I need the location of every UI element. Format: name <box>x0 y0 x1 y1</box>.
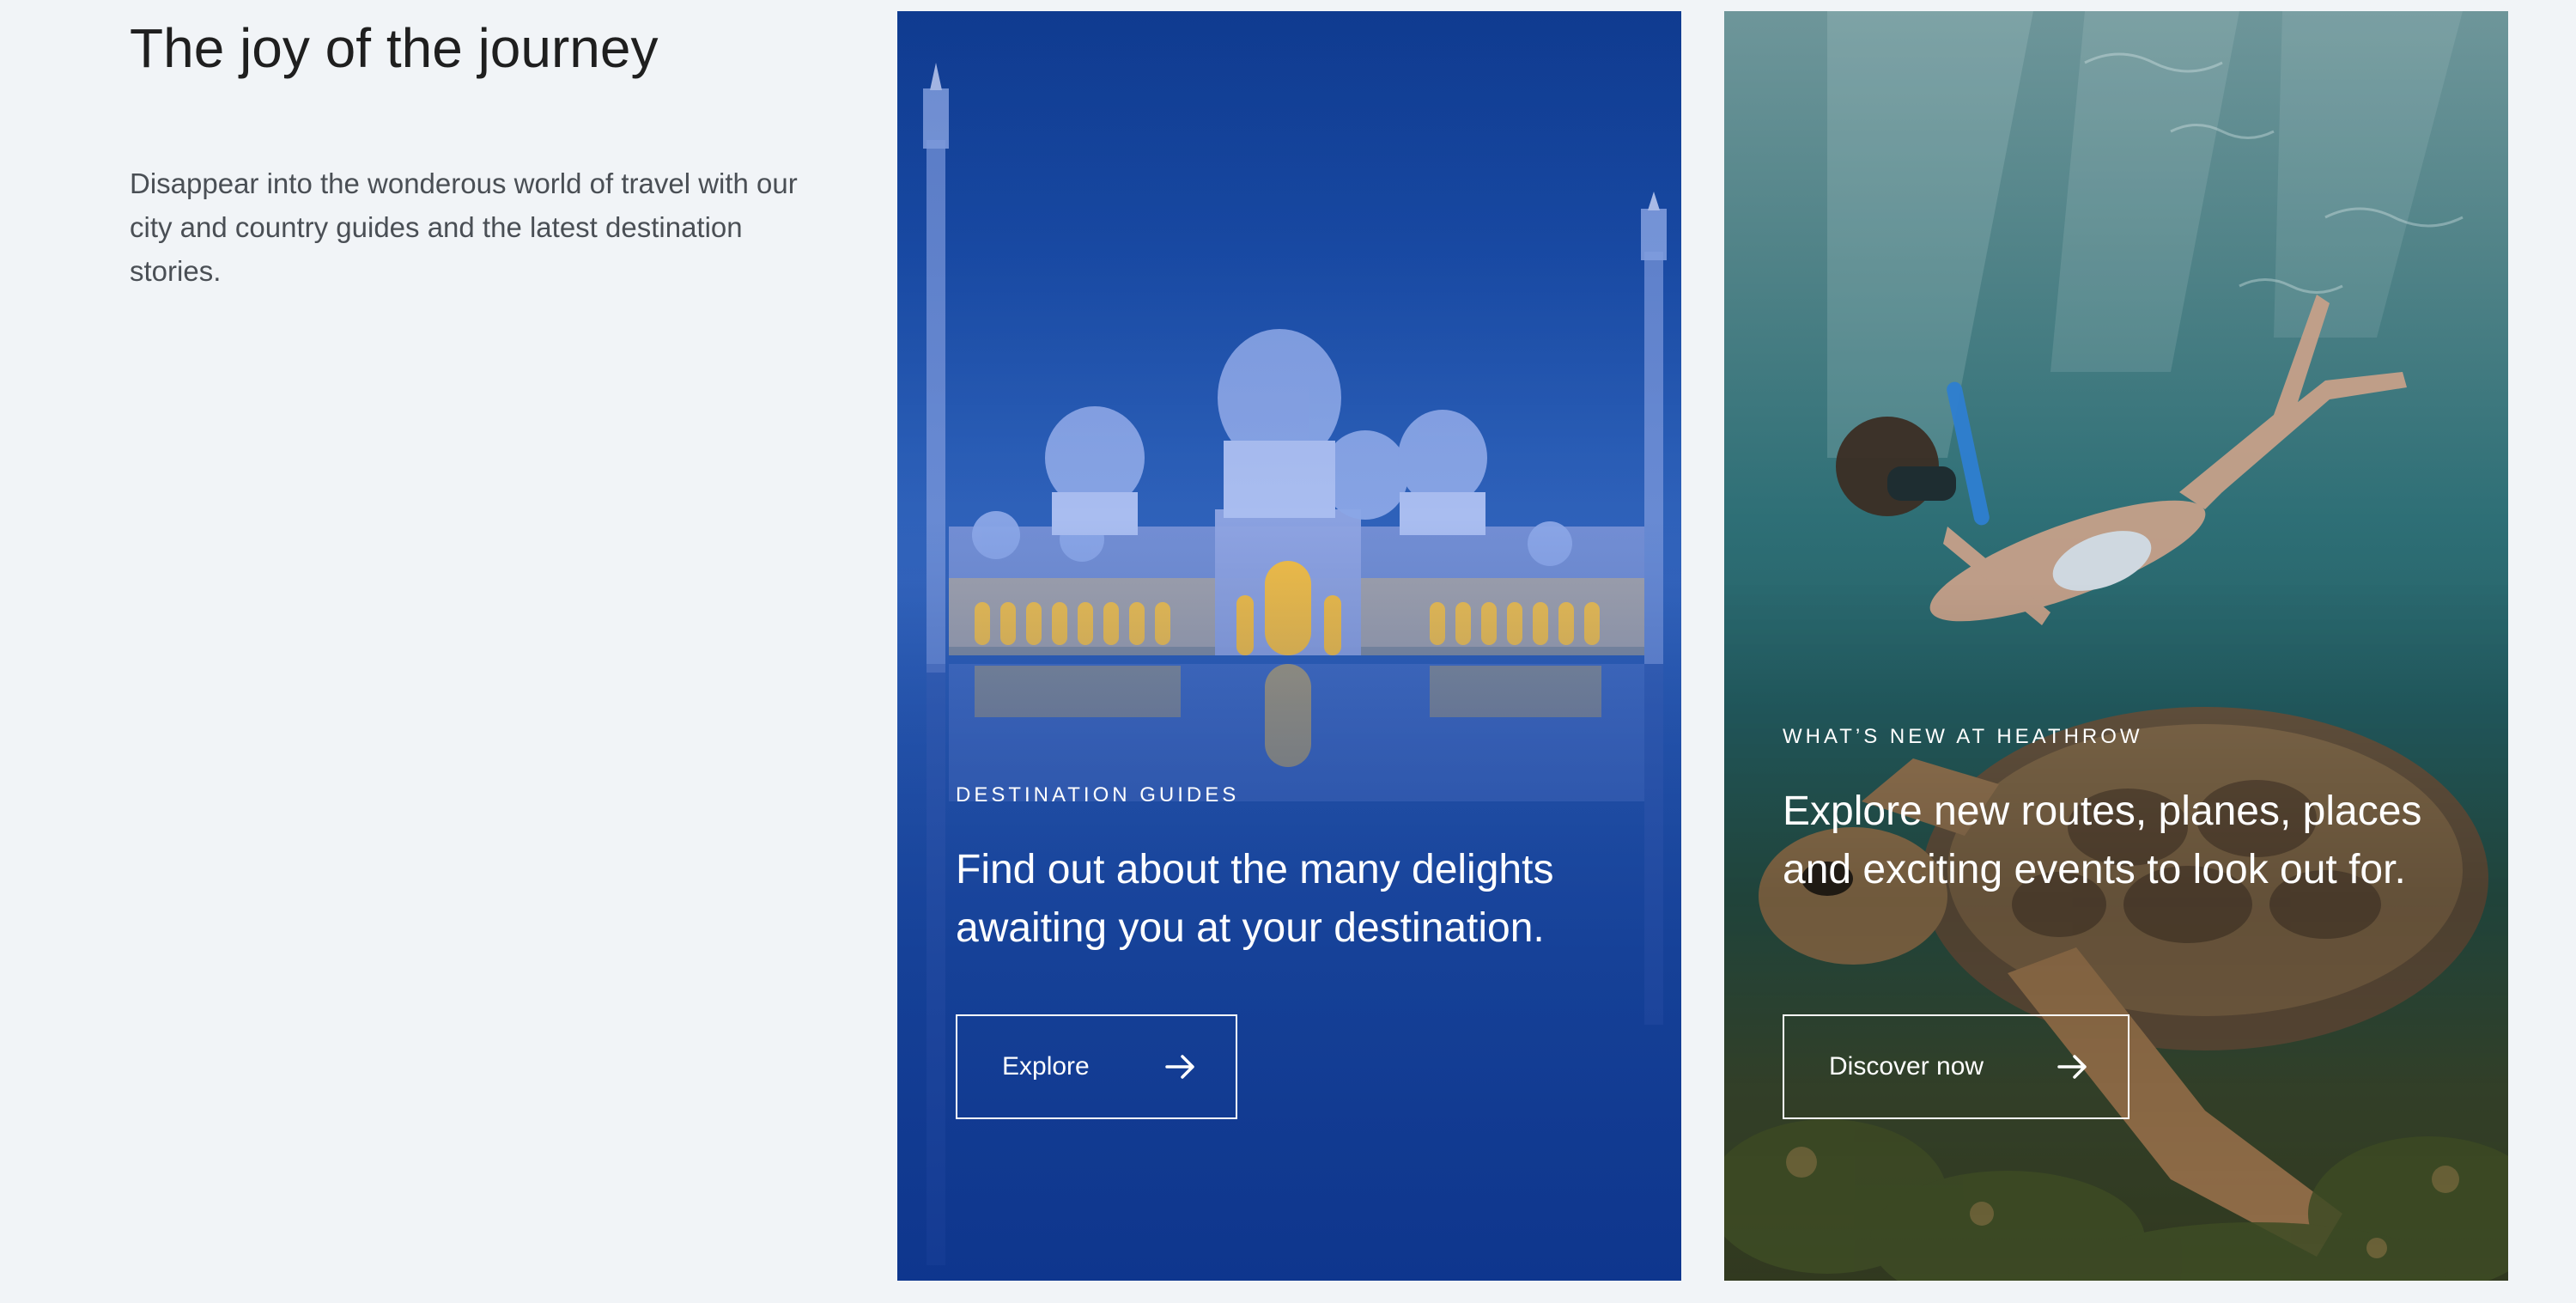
intro-description: Disappear into the wonderous world of tr… <box>130 167 798 287</box>
page-title: The joy of the journey <box>130 17 659 79</box>
explore-button-label: Explore <box>1002 1052 1090 1081</box>
card-eyebrow: WHAT’S NEW AT HEATHROW <box>1783 725 2143 748</box>
card-content: DESTINATION GUIDES Find out about the ma… <box>956 782 1643 958</box>
discover-now-button-label: Discover now <box>1829 1052 1984 1081</box>
card-headline: Find out about the many delights awaitin… <box>956 847 1554 951</box>
card-headline: Explore new routes, planes, places and e… <box>1783 788 2422 892</box>
intro: The joy of the journey Disappear into th… <box>130 17 799 293</box>
destination-guides-card[interactable]: DESTINATION GUIDES Find out about the ma… <box>897 11 1681 1281</box>
discover-now-button[interactable]: Discover now <box>1783 1014 2129 1119</box>
card-eyebrow: DESTINATION GUIDES <box>956 783 1240 807</box>
whats-new-card[interactable]: WHAT’S NEW AT HEATHROW Explore new route… <box>1724 11 2508 1281</box>
arrow-right-icon <box>1165 1055 1194 1079</box>
card-content: WHAT’S NEW AT HEATHROW Explore new route… <box>1783 724 2470 899</box>
arrow-right-icon <box>2057 1055 2087 1079</box>
explore-button[interactable]: Explore <box>956 1014 1237 1119</box>
